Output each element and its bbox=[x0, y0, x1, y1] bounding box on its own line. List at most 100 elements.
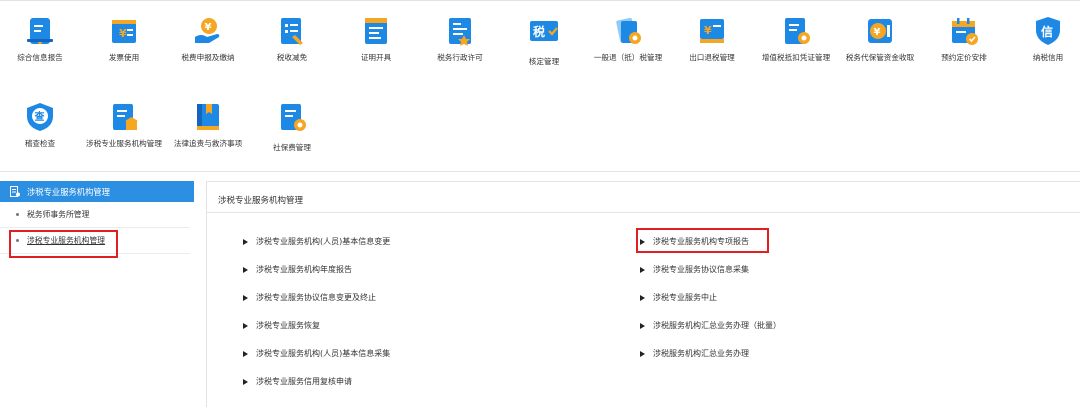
sidebar: 涉税专业服务机构管理 税务师事务所管理 涉税专业服务机构管理 bbox=[0, 181, 194, 407]
tile-custody-fund[interactable]: ¥ 税务代保管资金收取 bbox=[838, 15, 922, 67]
link-agreement-change-termination[interactable]: 涉税专业服务协议信息变更及终止 bbox=[243, 292, 376, 303]
triangle-right-icon bbox=[640, 322, 645, 329]
credit-glyph: 信 bbox=[1041, 24, 1053, 39]
tile-label: 核定管理 bbox=[528, 57, 560, 66]
tile-tax-reduction[interactable]: 税收减免 bbox=[250, 15, 334, 67]
tile-label: 证明开具 bbox=[360, 53, 392, 62]
agency-management-icon bbox=[108, 101, 140, 133]
document-icon bbox=[10, 186, 20, 197]
tile-tax-permit[interactable]: 税务行政许可 bbox=[418, 15, 502, 67]
triangle-right-icon bbox=[243, 266, 248, 273]
content-panel: 涉税专业服务机构管理 涉税专业服务机构(人员)基本信息变更 涉税专业服务机构年度… bbox=[206, 181, 1080, 407]
tax-glyph: 税 bbox=[533, 24, 545, 39]
computer-report-icon bbox=[24, 15, 56, 47]
tile-inspection[interactable]: 查 稽查检查 bbox=[0, 101, 82, 153]
invoice-icon: ¥ bbox=[108, 15, 140, 47]
link-summary-business[interactable]: 涉税服务机构汇总业务办理 bbox=[640, 348, 749, 359]
credit-icon: 信 bbox=[1032, 15, 1064, 47]
tile-label: 出口退税管理 bbox=[689, 53, 735, 62]
social-insurance-icon bbox=[276, 101, 308, 133]
tile-label: 增值税抵扣凭证管理 bbox=[761, 53, 831, 62]
link-label: 涉税专业服务中止 bbox=[653, 293, 717, 302]
sidebar-item-agency-management[interactable]: 涉税专业服务机构管理 bbox=[0, 228, 190, 254]
divider bbox=[207, 212, 1080, 213]
link-agency-info-collection[interactable]: 涉税专业服务机构(人员)基本信息采集 bbox=[243, 348, 390, 359]
link-label: 涉税专业服务机构(人员)基本信息采集 bbox=[256, 349, 391, 358]
link-batch-summary-business[interactable]: 涉税服务机构汇总业务办理（批量） bbox=[640, 320, 781, 331]
triangle-right-icon bbox=[243, 238, 248, 245]
link-service-suspension[interactable]: 涉税专业服务中止 bbox=[640, 292, 717, 303]
sidebar-header[interactable]: 涉税专业服务机构管理 bbox=[0, 181, 194, 202]
link-credit-review-application[interactable]: 涉税专业服务信用复核申请 bbox=[243, 376, 352, 387]
inspection-glyph: 查 bbox=[34, 110, 46, 123]
link-label: 涉税专业服务恢复 bbox=[256, 321, 320, 330]
triangle-right-icon bbox=[640, 266, 645, 273]
tile-invoice-use[interactable]: ¥ 发票使用 bbox=[82, 15, 166, 67]
tile-label: 税务行政许可 bbox=[437, 53, 483, 62]
top-menu-row-1: 综合信息报告 ¥ 发票使用 ¥ 税费申报及缴纳 税收减免 证明开具 税务行政许可… bbox=[0, 15, 1080, 67]
permit-icon bbox=[444, 15, 476, 47]
link-label: 涉税专业服务协议信息变更及终止 bbox=[256, 293, 376, 302]
bullet-icon bbox=[16, 239, 19, 242]
tile-export-refund[interactable]: ¥ 出口退税管理 bbox=[670, 15, 754, 67]
tile-agency-management[interactable]: 涉税专业服务机构管理 bbox=[82, 101, 166, 153]
top-icon-panel: 综合信息报告 ¥ 发票使用 ¥ 税费申报及缴纳 税收减免 证明开具 税务行政许可… bbox=[0, 0, 1080, 172]
link-special-report[interactable]: 涉税专业服务机构专项报告 bbox=[640, 236, 749, 247]
sidebar-item-label: 涉税专业服务机构管理 bbox=[27, 236, 105, 245]
bullet-icon bbox=[16, 213, 19, 216]
tile-pricing-arrangement[interactable]: 预约定价安排 bbox=[922, 15, 1006, 67]
custody-fund-icon: ¥ bbox=[864, 15, 896, 47]
legal-book-icon bbox=[192, 101, 224, 133]
tile-label: 税费申报及缴纳 bbox=[181, 53, 235, 62]
link-agency-info-change[interactable]: 涉税专业服务机构(人员)基本信息变更 bbox=[243, 236, 390, 247]
tile-assessment-management[interactable]: 税 核定管理 bbox=[502, 15, 586, 67]
tax-reduction-icon bbox=[276, 15, 308, 47]
link-service-resume[interactable]: 涉税专业服务恢复 bbox=[243, 320, 320, 331]
link-label: 涉税专业服务协议信息采集 bbox=[653, 265, 749, 274]
top-menu-row-2: 查 稽查检查 涉税专业服务机构管理 法律追责与救济事项 社保费管理 bbox=[0, 101, 334, 153]
sidebar-item-label: 税务师事务所管理 bbox=[27, 210, 90, 219]
link-label: 涉税服务机构汇总业务办理（批量） bbox=[653, 321, 781, 330]
tile-legal-remedy[interactable]: 法律追责与救济事项 bbox=[166, 101, 250, 153]
tile-tax-declaration[interactable]: ¥ 税费申报及缴纳 bbox=[166, 15, 250, 67]
link-agency-annual-report[interactable]: 涉税专业服务机构年度报告 bbox=[243, 264, 352, 275]
triangle-right-icon bbox=[243, 350, 248, 357]
sidebar-title: 涉税专业服务机构管理 bbox=[27, 186, 110, 197]
link-label: 涉税专业服务机构(人员)基本信息变更 bbox=[256, 237, 391, 246]
tile-label: 法律追责与救济事项 bbox=[173, 139, 243, 148]
triangle-right-icon bbox=[243, 322, 248, 329]
sidebar-item-tax-agent-firm[interactable]: 税务师事务所管理 bbox=[0, 202, 190, 228]
link-agreement-info-collection[interactable]: 涉税专业服务协议信息采集 bbox=[640, 264, 749, 275]
tax-payment-icon: ¥ bbox=[192, 15, 224, 47]
tile-label: 预约定价安排 bbox=[941, 53, 987, 62]
content-title: 涉税专业服务机构管理 bbox=[218, 196, 304, 206]
export-refund-icon: ¥ bbox=[696, 15, 728, 47]
link-label: 涉税专业服务机构年度报告 bbox=[256, 265, 352, 274]
tile-label: 综合信息报告 bbox=[17, 53, 63, 62]
vat-voucher-icon bbox=[780, 15, 812, 47]
tile-label: 涉税专业服务机构管理 bbox=[86, 139, 162, 148]
tile-vat-voucher[interactable]: 增值税抵扣凭证管理 bbox=[754, 15, 838, 67]
svg-text:¥: ¥ bbox=[874, 27, 881, 38]
tile-general-refund[interactable]: 一般退（抵）税管理 bbox=[586, 15, 670, 67]
calendar-icon bbox=[948, 15, 980, 47]
tile-label: 一般退（抵）税管理 bbox=[593, 53, 663, 62]
tile-comprehensive-report[interactable]: 综合信息报告 bbox=[0, 15, 82, 67]
link-label: 涉税专业服务信用复核申请 bbox=[256, 377, 352, 386]
tax-refund-icon bbox=[612, 15, 644, 47]
certificate-icon bbox=[360, 15, 392, 47]
link-label: 涉税专业服务机构专项报告 bbox=[653, 237, 749, 246]
tile-certificate[interactable]: 证明开具 bbox=[334, 15, 418, 67]
svg-text:¥: ¥ bbox=[205, 22, 212, 33]
tile-label: 税收减免 bbox=[276, 53, 308, 62]
triangle-right-icon bbox=[640, 238, 645, 245]
triangle-right-icon bbox=[640, 350, 645, 357]
tile-tax-credit[interactable]: 信 纳税信用 bbox=[1006, 15, 1080, 67]
tile-label: 发票使用 bbox=[108, 53, 140, 62]
tile-social-insurance[interactable]: 社保费管理 bbox=[250, 101, 334, 153]
svg-text:¥: ¥ bbox=[119, 27, 127, 40]
tax-assessment-icon: 税 bbox=[528, 15, 560, 47]
inspection-shield-icon: 查 bbox=[24, 101, 56, 133]
triangle-right-icon bbox=[640, 294, 645, 301]
link-label: 涉税服务机构汇总业务办理 bbox=[653, 349, 749, 358]
